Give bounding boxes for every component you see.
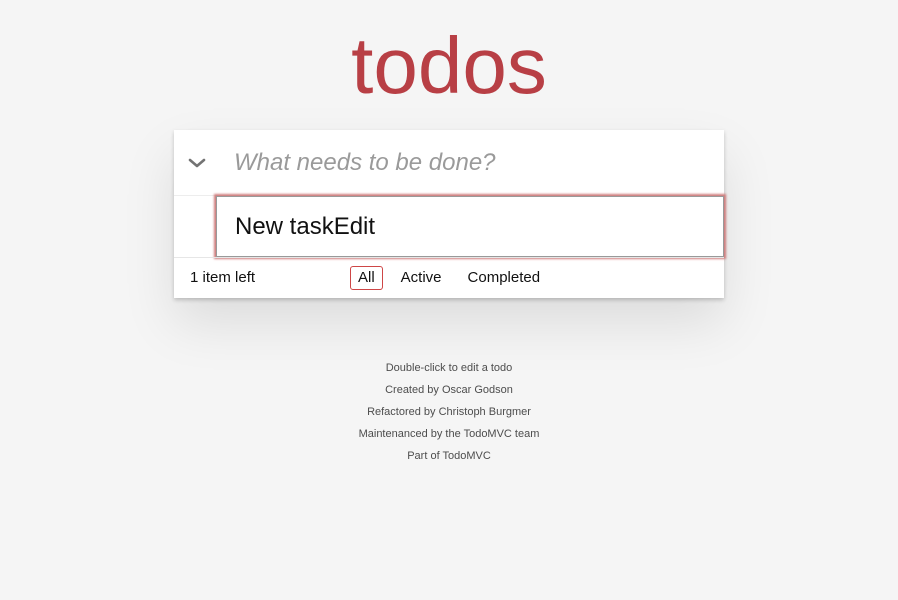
stack-decoration [182, 299, 716, 309]
toggle-all-button[interactable] [174, 130, 219, 195]
info-footer: Double-click to edit a todo Created by O… [0, 357, 898, 467]
todo-app: 1 item left All Active Completed [174, 130, 724, 309]
app-title: todos [351, 21, 547, 110]
footer: 1 item left All Active Completed [174, 257, 724, 298]
filter-active[interactable]: Active [393, 266, 450, 290]
filter-completed[interactable]: Completed [460, 266, 549, 290]
info-line-refactored-by: Refactored by Christoph Burgmer [367, 406, 531, 418]
header [174, 130, 724, 196]
info-line-part-of: Part of TodoMVC [407, 450, 491, 462]
filters: All Active Completed [350, 266, 548, 290]
filter-all[interactable]: All [350, 266, 383, 290]
info-line-edit-hint: Double-click to edit a todo [385, 362, 513, 374]
edit-todo-input[interactable] [216, 196, 724, 257]
info-line-created-by: Created by Oscar Godson [385, 384, 513, 396]
todo-count: 1 item left [190, 269, 256, 286]
list-item [174, 196, 724, 257]
new-todo-input[interactable] [234, 130, 704, 195]
chevron-down-icon [188, 158, 205, 167]
info-line-maintained-by: Maintenanced by the TodoMVC team [358, 428, 540, 440]
todo-list [174, 196, 724, 257]
